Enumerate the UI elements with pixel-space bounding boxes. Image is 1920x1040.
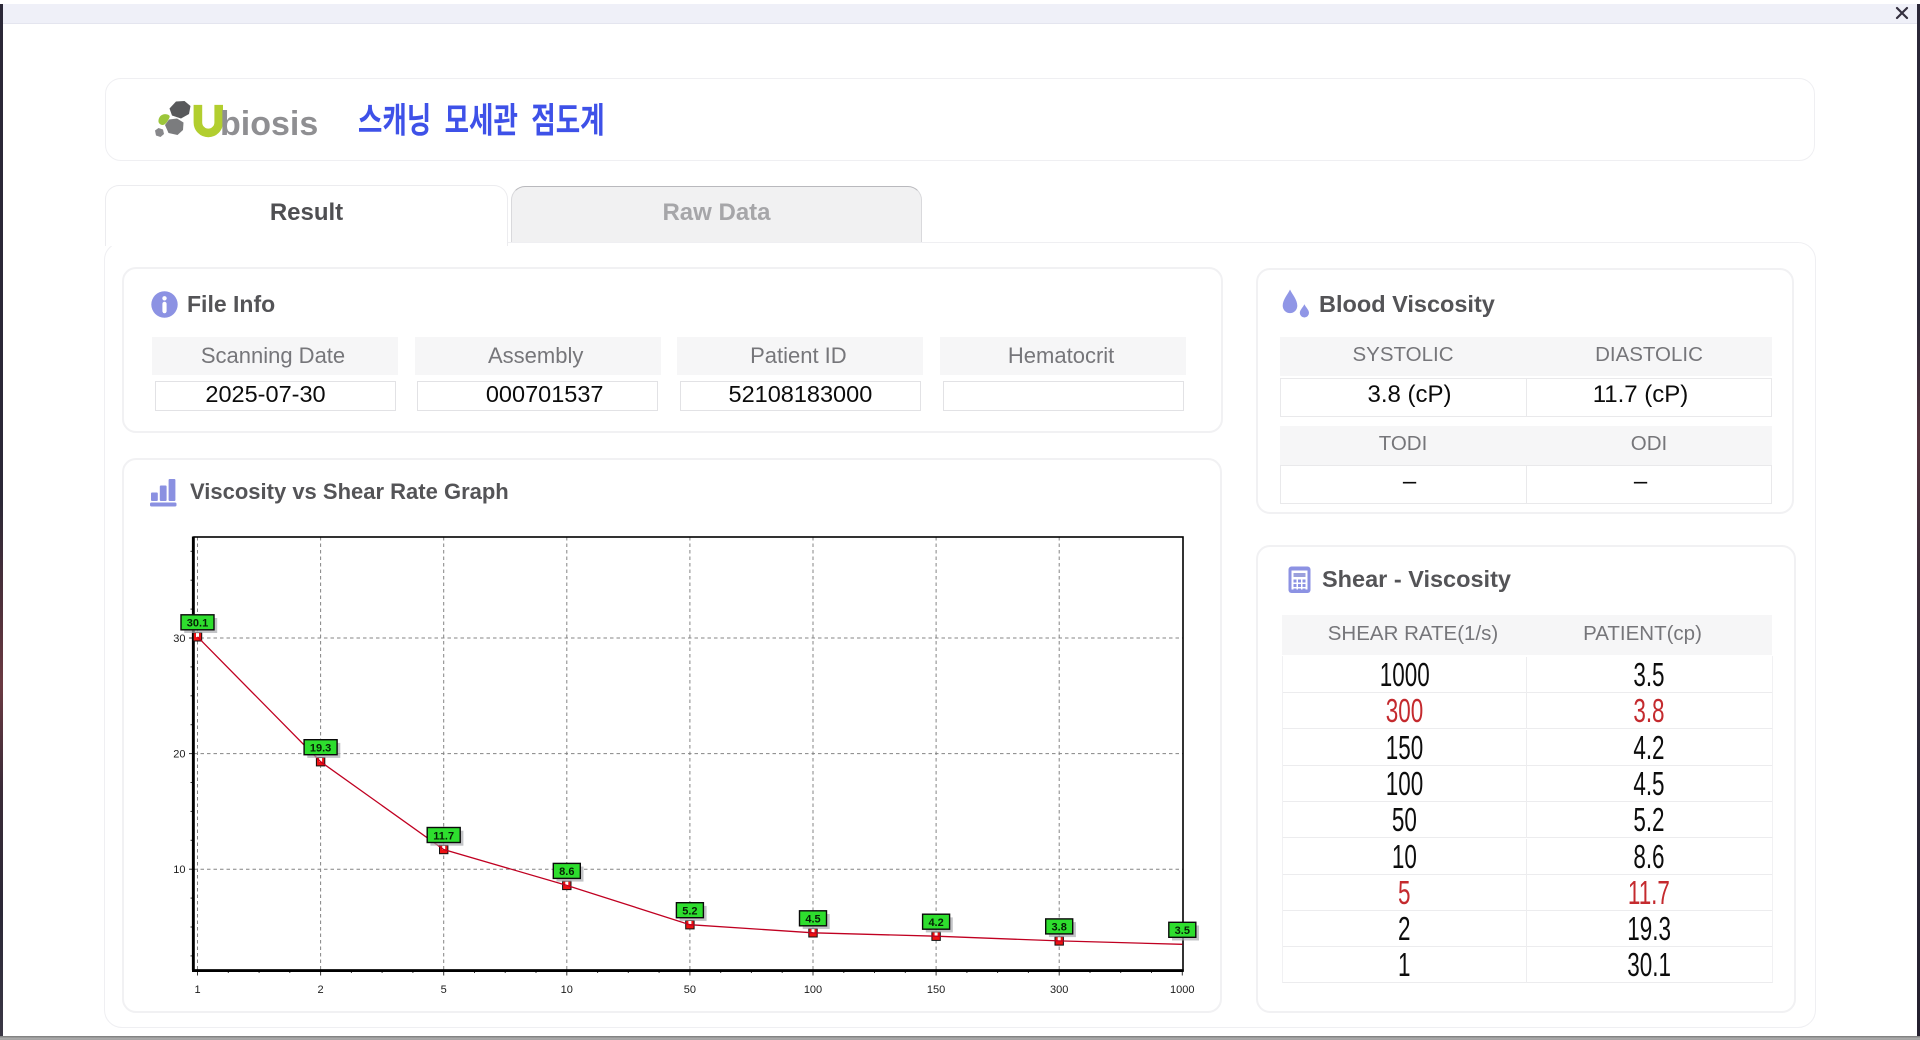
svg-text:150: 150 [927,984,945,996]
svg-text:10: 10 [173,864,185,876]
svg-text:30: 30 [173,633,185,645]
svg-text:50: 50 [684,984,696,996]
svg-text:1000: 1000 [1170,984,1194,996]
svg-text:8.6: 8.6 [559,866,574,878]
svg-text:5.2: 5.2 [682,906,697,918]
svg-text:300: 300 [1050,984,1068,996]
svg-text:20: 20 [173,749,185,761]
svg-text:11.7: 11.7 [433,830,454,842]
svg-text:100: 100 [804,984,822,996]
svg-text:4.2: 4.2 [928,917,943,929]
svg-text:1: 1 [194,984,200,996]
svg-text:4.5: 4.5 [805,914,820,926]
svg-text:30.1: 30.1 [187,618,208,630]
svg-text:3.8: 3.8 [1052,922,1067,934]
svg-text:10: 10 [561,984,573,996]
svg-text:5: 5 [441,984,447,996]
svg-text:2: 2 [318,984,324,996]
svg-text:3.5: 3.5 [1175,925,1190,937]
svg-text:19.3: 19.3 [310,743,331,755]
